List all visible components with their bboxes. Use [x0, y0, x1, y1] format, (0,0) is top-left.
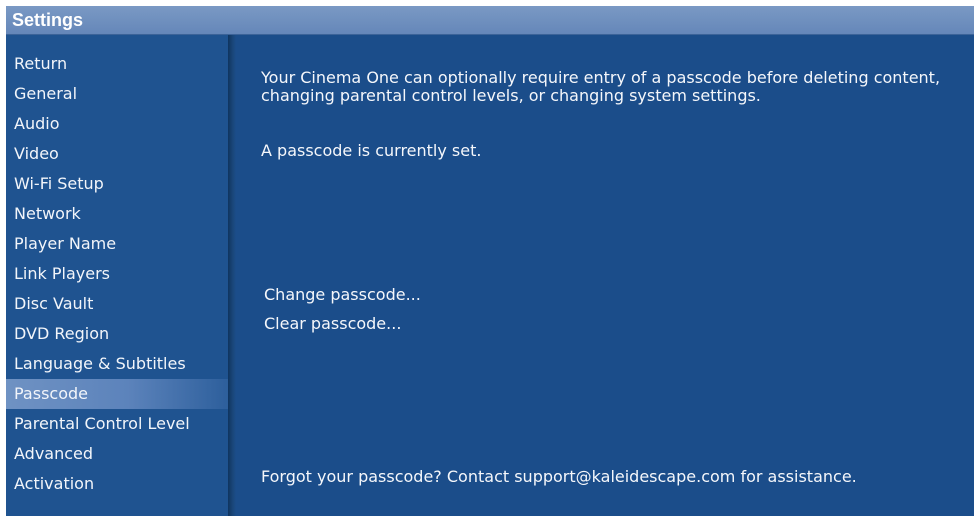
sidebar: Return General Audio Video Wi-Fi Setup N… — [6, 35, 228, 516]
sidebar-item-network[interactable]: Network — [6, 199, 228, 229]
change-passcode-button[interactable]: Change passcode... — [264, 285, 421, 304]
sidebar-item-language-subtitles[interactable]: Language & Subtitles — [6, 349, 228, 379]
sidebar-item-activation[interactable]: Activation — [6, 469, 228, 499]
sidebar-item-general[interactable]: General — [6, 79, 228, 109]
sidebar-item-player-name[interactable]: Player Name — [6, 229, 228, 259]
settings-screen: Settings Return General Audio Video Wi-F… — [6, 6, 974, 516]
sidebar-divider — [228, 35, 236, 516]
clear-passcode-button[interactable]: Clear passcode... — [264, 314, 401, 333]
passcode-description: Your Cinema One can optionally require e… — [261, 68, 941, 105]
sidebar-item-passcode[interactable]: Passcode — [6, 379, 228, 409]
sidebar-item-advanced[interactable]: Advanced — [6, 439, 228, 469]
window-title: Settings — [12, 10, 84, 30]
sidebar-item-wifi-setup[interactable]: Wi-Fi Setup — [6, 169, 228, 199]
settings-menu: Return General Audio Video Wi-Fi Setup N… — [6, 49, 228, 499]
sidebar-item-link-players[interactable]: Link Players — [6, 259, 228, 289]
passcode-panel: Your Cinema One can optionally require e… — [236, 35, 974, 516]
sidebar-item-video[interactable]: Video — [6, 139, 228, 169]
sidebar-item-return[interactable]: Return — [6, 49, 228, 79]
sidebar-item-audio[interactable]: Audio — [6, 109, 228, 139]
support-note: Forgot your passcode? Contact support@ka… — [261, 467, 857, 486]
sidebar-item-disc-vault[interactable]: Disc Vault — [6, 289, 228, 319]
sidebar-item-dvd-region[interactable]: DVD Region — [6, 319, 228, 349]
sidebar-item-parental-control-level[interactable]: Parental Control Level — [6, 409, 228, 439]
passcode-status: A passcode is currently set. — [261, 141, 482, 160]
title-bar: Settings — [6, 6, 974, 35]
